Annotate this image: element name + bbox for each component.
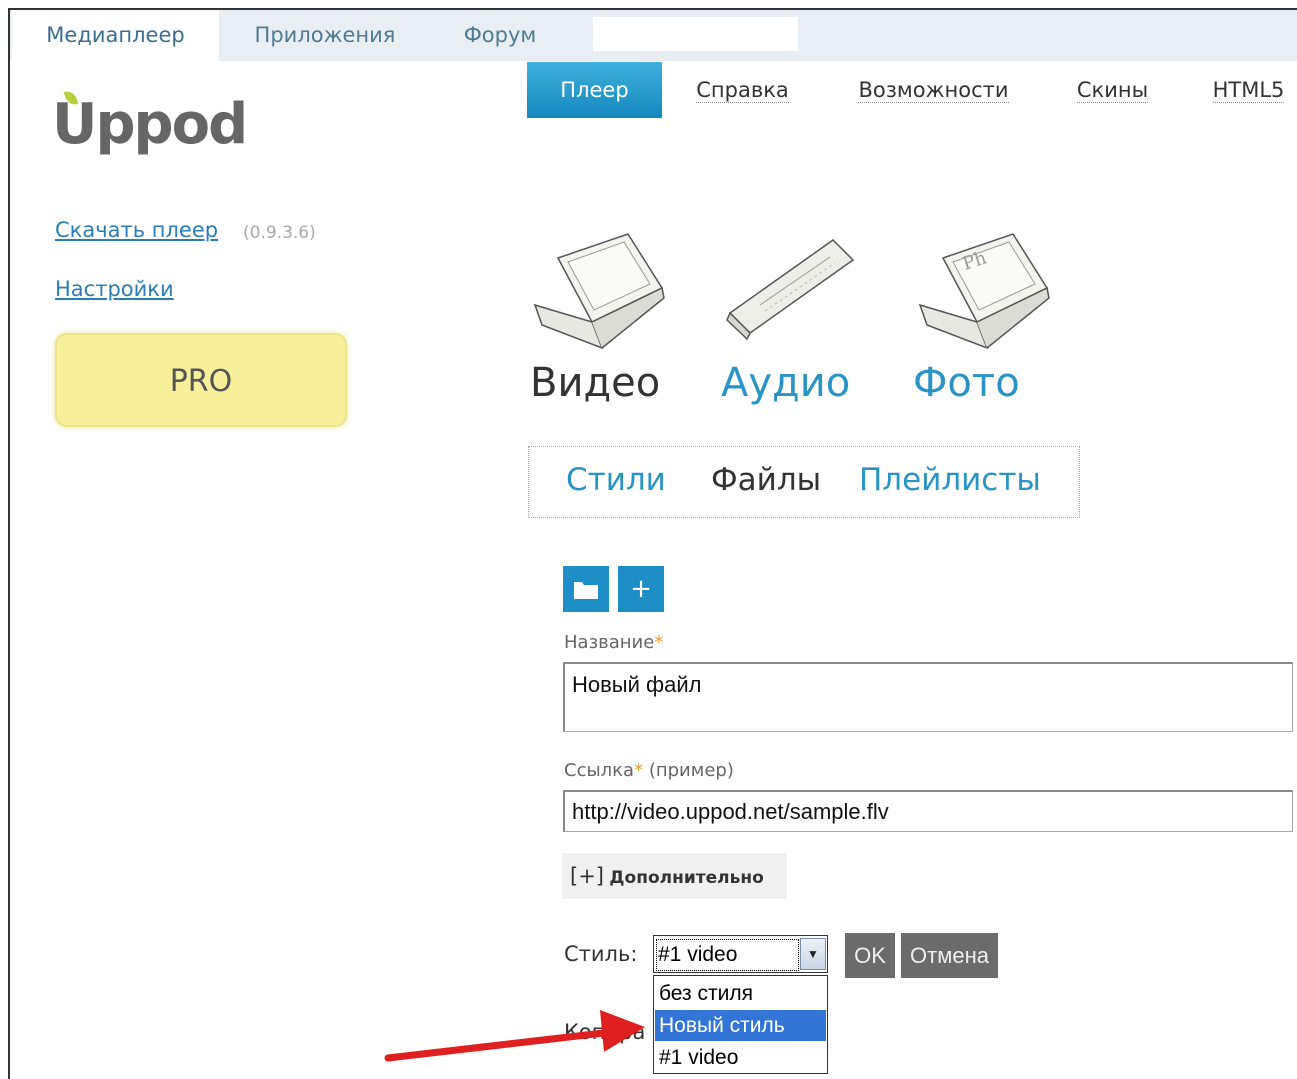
nav-features[interactable]: Возможности — [840, 62, 1027, 118]
link-input[interactable]: http://video.uppod.net/sample.flv — [563, 790, 1293, 832]
pro-button[interactable]: PRO — [55, 333, 347, 427]
ok-button[interactable]: OK — [845, 933, 895, 978]
audio-player-icon[interactable] — [725, 235, 855, 340]
more-prefix: [+] — [570, 864, 604, 888]
nav-player-label: Плеер — [560, 78, 629, 102]
page-frame — [8, 8, 1297, 1079]
subtab-playlists[interactable]: Плейлисты — [859, 462, 1041, 498]
name-label: Название* — [564, 632, 663, 653]
style-option[interactable]: #1 video — [655, 1042, 826, 1073]
more-options-toggle[interactable]: [+] Дополнительно — [562, 853, 787, 899]
required-star: * — [654, 632, 664, 653]
top-tab-forum[interactable]: Форум — [445, 10, 555, 61]
media-video-label[interactable]: Видео — [530, 360, 660, 406]
media-audio-label[interactable]: Аудио — [721, 360, 850, 406]
more-label: Дополнительно — [609, 868, 764, 888]
cancel-button[interactable]: Отмена — [901, 933, 998, 978]
uppod-logo[interactable]: Uppod — [52, 88, 248, 157]
link-label: Ссылка* (пример) — [564, 760, 734, 781]
name-input[interactable]: Новый файл — [563, 662, 1293, 732]
style-option-selected[interactable]: Новый стиль — [655, 1010, 826, 1041]
nav-skins[interactable]: Скины — [1060, 62, 1165, 118]
video-player-icon[interactable] — [530, 230, 665, 350]
nav-features-label: Возможности — [858, 78, 1009, 103]
name-label-text: Название — [564, 632, 655, 653]
download-player-link[interactable]: Скачать плеер — [55, 218, 218, 242]
partial-label: Копира — [564, 1020, 646, 1044]
nav-html5-label: HTML5 — [1212, 78, 1285, 103]
top-tab-apps[interactable]: Приложения — [230, 10, 420, 61]
subtab-files[interactable]: Файлы — [711, 462, 821, 498]
add-file-button[interactable]: + — [618, 566, 664, 612]
nav-help-label: Справка — [696, 78, 789, 103]
media-photo-label[interactable]: Фото — [913, 360, 1020, 406]
top-search-input[interactable] — [593, 17, 798, 51]
nav-help[interactable]: Справка — [680, 62, 805, 118]
required-star: * — [634, 760, 644, 781]
style-select[interactable]: #1 video ▼ — [653, 935, 828, 973]
logo-text: Uppod — [52, 92, 248, 157]
top-tab-mediaplayer[interactable]: Медиаплеер — [12, 10, 219, 61]
nav-html5[interactable]: HTML5 — [1200, 62, 1297, 118]
open-folder-button[interactable] — [563, 566, 609, 612]
style-dropdown-list[interactable]: без стиля Новый стиль #1 video — [653, 975, 828, 1074]
style-select-value: #1 video — [656, 939, 799, 971]
chevron-down-icon[interactable]: ▼ — [800, 938, 826, 970]
style-label: Стиль: — [564, 942, 638, 966]
subtab-styles[interactable]: Стили — [566, 462, 666, 498]
version-label: (0.9.3.6) — [243, 223, 316, 243]
link-label-text: Ссылка — [564, 760, 635, 781]
nav-player[interactable]: Плеер — [527, 62, 662, 118]
link-hint[interactable]: (пример) — [649, 760, 734, 781]
photo-player-icon[interactable]: Ph — [915, 230, 1050, 350]
settings-link[interactable]: Настройки — [55, 277, 174, 301]
folder-icon — [574, 582, 598, 599]
nav-skins-label: Скины — [1076, 78, 1149, 103]
style-option[interactable]: без стиля — [655, 978, 826, 1009]
